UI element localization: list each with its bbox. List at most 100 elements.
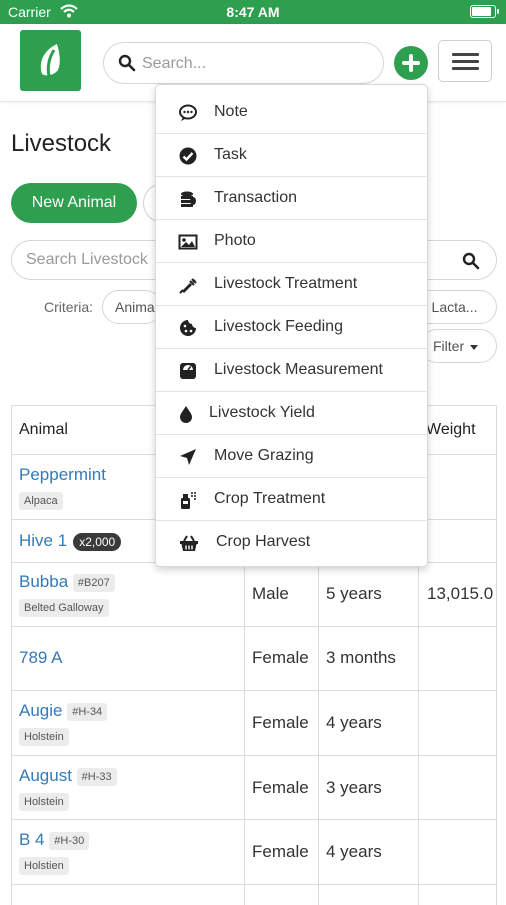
breed-tag: Holstein	[19, 793, 69, 811]
menu-item-note[interactable]: Note	[156, 91, 427, 134]
menu-item-label: Crop Harvest	[216, 533, 311, 550]
sex-value: Female	[252, 648, 309, 667]
table-row[interactable]: 789 A Female 3 months	[11, 627, 497, 691]
menu-item-crop-treatment[interactable]: Crop Treatment	[156, 478, 427, 521]
table-cell	[418, 885, 497, 905]
search-icon	[118, 54, 136, 72]
menu-item-label: Livestock Treatment	[214, 275, 358, 292]
breed-tag: Holstien	[19, 857, 69, 875]
clock: 8:47 AM	[226, 4, 280, 20]
menu-item-livestock-yield[interactable]: Livestock Yield	[156, 392, 427, 435]
sex-value: Female	[252, 842, 309, 861]
sex-value: Male	[252, 584, 289, 603]
menu-item-task[interactable]: Task	[156, 134, 427, 177]
menu-item-livestock-feeding[interactable]: Livestock Feeding	[156, 306, 427, 349]
image-icon	[178, 234, 198, 250]
global-search[interactable]	[103, 42, 384, 84]
table-row[interactable]: B 4 #H-30 Holstien Female 4 years	[11, 820, 497, 885]
animal-name-link[interactable]: Hive 1	[19, 531, 67, 550]
menu-bar-icon	[452, 60, 479, 63]
global-search-input[interactable]	[142, 51, 372, 77]
table-row[interactable]: August #H-33 Holstein Female 3 years	[11, 756, 497, 820]
column-header-animal[interactable]: Animal	[19, 421, 68, 439]
animal-name-link[interactable]: August	[19, 766, 72, 785]
sex-value: Female	[252, 778, 309, 797]
check-circle-icon	[179, 147, 197, 165]
status-bar: Carrier 8:47 AM	[0, 0, 506, 24]
breed-tag: Holstein	[19, 728, 69, 746]
menu-item-label: Livestock Feeding	[214, 318, 343, 335]
table-cell	[418, 455, 497, 519]
table-row[interactable]	[11, 885, 497, 905]
new-animal-button[interactable]: New Animal	[11, 183, 137, 223]
tag-id-badge: #H-33	[76, 767, 117, 786]
age-value: 3 years	[326, 778, 382, 797]
table-cell	[418, 820, 497, 884]
menu-item-label: Transaction	[214, 189, 297, 206]
table-cell	[244, 885, 318, 905]
animal-name-link[interactable]: Bubba	[19, 572, 68, 591]
cookie-icon	[180, 320, 196, 336]
menu-item-transaction[interactable]: Transaction	[156, 177, 427, 220]
sex-value: Female	[252, 713, 309, 732]
location-arrow-icon	[180, 449, 196, 465]
page-title: Livestock	[11, 130, 112, 157]
drop-icon	[180, 406, 192, 423]
spray-bottle-icon	[181, 492, 196, 509]
menu-bar-icon	[452, 67, 479, 70]
menu-item-move-grazing[interactable]: Move Grazing	[156, 435, 427, 478]
tag-id-badge: #B207	[72, 573, 115, 592]
menu-item-label: Note	[214, 103, 248, 120]
table-cell	[318, 885, 418, 905]
menu-item-livestock-measurement[interactable]: Livestock Measurement	[156, 349, 427, 392]
table-row[interactable]: 13,015.0 Bubba #B207 Belted Galloway Mal…	[11, 563, 497, 627]
age-value: 4 years	[326, 713, 382, 732]
menu-item-label: Livestock Yield	[209, 404, 315, 421]
filter-button[interactable]: Filter	[420, 329, 497, 363]
comment-icon	[179, 104, 197, 121]
leaf-logo-icon[interactable]	[20, 30, 81, 91]
livestock-search-placeholder: Search Livestock	[26, 251, 148, 268]
table-row[interactable]: Augie #H-34 Holstein Female 4 years	[11, 691, 497, 756]
animal-name-link[interactable]: B 4	[19, 830, 45, 849]
syringe-icon	[179, 278, 197, 294]
table-cell: 13,015.0	[418, 563, 497, 626]
table-cell	[418, 691, 497, 755]
search-icon[interactable]	[462, 252, 480, 270]
age-value: 5 years	[326, 584, 382, 603]
menu-item-label: Crop Treatment	[214, 490, 326, 507]
animal-name-link[interactable]: 789 A	[19, 648, 63, 668]
add-menu-dropdown: Note Task Transaction Photo Livestock Tr…	[155, 84, 428, 567]
menu-item-crop-harvest[interactable]: Crop Harvest	[156, 521, 427, 564]
table-cell	[418, 756, 497, 819]
coins-icon	[181, 191, 196, 207]
tag-id-badge: #H-34	[67, 702, 108, 721]
menu-item-label: Task	[214, 146, 247, 163]
menu-bar-icon	[452, 53, 479, 56]
age-value: 4 years	[326, 842, 382, 861]
animal-name-link[interactable]: Peppermint	[19, 465, 106, 485]
hamburger-menu-button[interactable]	[438, 40, 492, 82]
basket-icon	[180, 535, 198, 551]
add-button[interactable]	[394, 46, 428, 80]
animal-name-link[interactable]: Augie	[19, 701, 62, 720]
weight-value: 13,015.0	[427, 584, 494, 603]
breed-tag: Alpaca	[19, 492, 63, 510]
criteria-label: Criteria:	[44, 299, 94, 315]
count-badge: x2,000	[73, 532, 122, 551]
scale-icon	[180, 363, 196, 379]
table-cell	[418, 627, 497, 690]
filter-label: Filter	[433, 338, 465, 354]
tag-id-badge: #H-30	[49, 831, 90, 850]
column-header-weight[interactable]: Weight	[426, 421, 476, 439]
menu-item-photo[interactable]: Photo	[156, 220, 427, 263]
battery-icon	[470, 5, 499, 18]
breed-tag: Belted Galloway	[19, 599, 109, 617]
menu-item-livestock-treatment[interactable]: Livestock Treatment	[156, 263, 427, 306]
menu-item-label: Photo	[214, 232, 256, 249]
age-value: 3 months	[326, 648, 396, 667]
table-cell	[418, 520, 497, 562]
menu-item-label: Move Grazing	[214, 447, 314, 464]
caret-down-icon	[470, 344, 479, 350]
criteria-chip[interactable]: Anima	[102, 290, 162, 324]
